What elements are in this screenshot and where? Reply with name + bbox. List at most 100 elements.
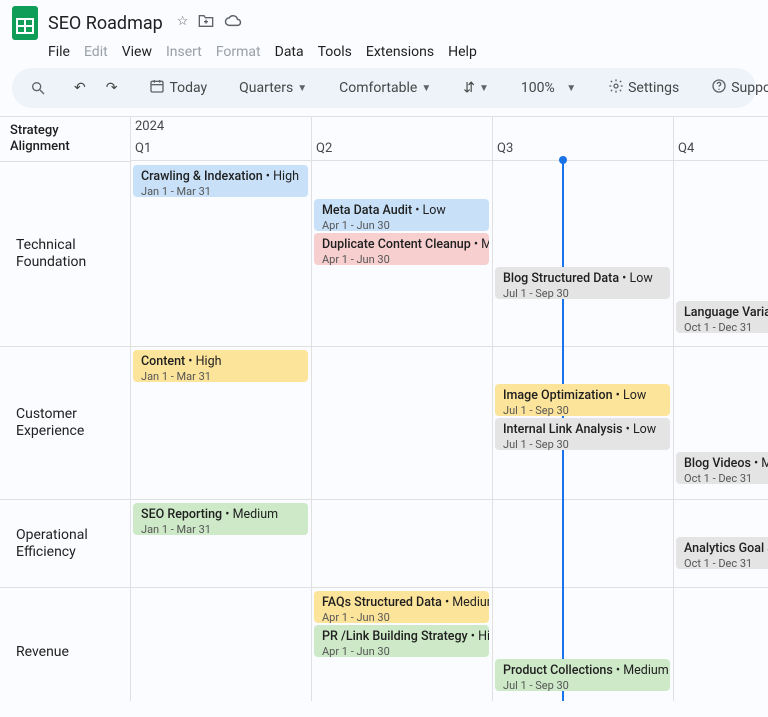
row-divider — [131, 346, 768, 347]
support-button[interactable]: Support — [705, 74, 768, 102]
cloud-status-icon[interactable] — [224, 14, 242, 32]
redo-button[interactable]: ↷ — [100, 76, 124, 100]
card-title-line: Blog Structured Data • Low — [503, 271, 662, 287]
row-label-column: Strategy Alignment Technical FoundationC… — [0, 117, 130, 701]
card-dates: Jan 1 - Mar 31 — [141, 185, 300, 197]
timeline-card[interactable]: PR /Link Building Strategy • HighApr 1 -… — [314, 625, 489, 657]
menu-format[interactable]: Format — [216, 44, 261, 60]
row-header: Strategy Alignment — [0, 117, 130, 161]
help-icon — [711, 78, 727, 98]
card-title-line: Meta Data Audit • Low — [322, 203, 481, 219]
zoom-label: 100% — [521, 80, 555, 96]
menu-file[interactable]: File — [48, 44, 70, 60]
card-title-line: Crawling & Indexation • High — [141, 169, 300, 185]
quarter-column — [131, 117, 312, 701]
menu-extensions[interactable]: Extensions — [366, 44, 434, 60]
timeline-card[interactable]: Language VariationOct 1 - Dec 31 — [676, 301, 768, 333]
card-dates: Jan 1 - Mar 31 — [141, 523, 300, 535]
card-dates: Jul 1 - Sep 30 — [503, 438, 662, 450]
support-label: Support — [731, 80, 768, 96]
card-dates: Jul 1 - Sep 30 — [503, 679, 662, 691]
range-select[interactable]: Quarters ▼ — [233, 76, 313, 100]
menu-view[interactable]: View — [122, 44, 152, 60]
chevron-down-icon: ▼ — [297, 83, 307, 94]
today-button[interactable]: Today — [143, 74, 213, 102]
timeline-card[interactable]: Internal Link Analysis • LowJul 1 - Sep … — [495, 418, 670, 450]
settings-label: Settings — [628, 80, 679, 96]
density-select[interactable]: Comfortable ▼ — [333, 76, 437, 100]
card-title-line: Blog Videos • Medium — [684, 456, 768, 472]
timeline-card[interactable]: Product Collections • MediumJul 1 - Sep … — [495, 659, 670, 691]
card-dates: Oct 1 - Dec 31 — [684, 472, 768, 484]
card-dates: Oct 1 - Dec 31 — [684, 321, 768, 333]
row-label: Operational Efficiency — [0, 499, 130, 587]
card-title-line: FAQs Structured Data • Medium — [322, 595, 481, 611]
menu-insert[interactable]: Insert — [166, 44, 202, 60]
zoom-select[interactable]: 100% ▼ — [515, 76, 582, 100]
card-dates: Jan 1 - Mar 31 — [141, 370, 300, 382]
card-title-line: SEO Reporting • Medium — [141, 507, 300, 523]
today-label: Today — [169, 80, 207, 96]
row-label: Technical Foundation — [0, 161, 130, 346]
timeline-view: Strategy Alignment Technical FoundationC… — [0, 116, 768, 701]
card-title-line: Internal Link Analysis • Low — [503, 422, 662, 438]
card-title-line: Product Collections • Medium — [503, 663, 662, 679]
card-dates: Apr 1 - Jun 30 — [322, 219, 481, 231]
timeline-card[interactable]: SEO Reporting • MediumJan 1 - Mar 31 — [133, 503, 308, 535]
chevron-down-icon: ▼ — [479, 83, 489, 94]
timeline-card[interactable]: Meta Data Audit • LowApr 1 - Jun 30 — [314, 199, 489, 231]
quarter-label: Q4 — [678, 141, 694, 156]
card-title-line: PR /Link Building Strategy • High — [322, 629, 481, 645]
quarter-label: Q3 — [497, 141, 513, 156]
menu-data[interactable]: Data — [275, 44, 304, 60]
card-title-line: Duplicate Content Cleanup • Medium — [322, 237, 481, 253]
card-dates: Apr 1 - Jun 30 — [322, 645, 481, 657]
menu-help[interactable]: Help — [448, 44, 477, 60]
menu-tools[interactable]: Tools — [318, 44, 352, 60]
timeline-card[interactable]: Content • HighJan 1 - Mar 31 — [133, 350, 308, 382]
search-icon[interactable] — [24, 76, 52, 100]
calendar-icon — [149, 78, 165, 98]
quarter-label: Q2 — [316, 141, 332, 156]
card-dates: Apr 1 - Jun 30 — [322, 611, 481, 623]
sheets-logo-icon[interactable] — [12, 6, 38, 40]
quarter-column — [674, 117, 768, 701]
expand-collapse-icon: ⇵ — [463, 80, 475, 96]
move-icon[interactable] — [198, 14, 214, 32]
timeline-card[interactable]: Crawling & Indexation • HighJan 1 - Mar … — [133, 165, 308, 197]
timeline-card[interactable]: Duplicate Content Cleanup • MediumApr 1 … — [314, 233, 489, 265]
menu-bar: File Edit View Insert Format Data Tools … — [0, 40, 768, 68]
card-title-line: Language Variation — [684, 305, 768, 321]
settings-button[interactable]: Settings — [602, 74, 685, 102]
density-label: Comfortable — [339, 80, 417, 96]
undo-button[interactable]: ↶ — [68, 76, 92, 100]
quarter-label: Q1 — [135, 141, 151, 156]
card-title-line: Image Optimization • Low — [503, 388, 662, 404]
toolbar: ↶ ↷ Today Quarters▼ Comfortable▼ ⇵▼ 100%… — [12, 68, 756, 108]
card-dates: Jul 1 - Sep 30 — [503, 404, 662, 416]
menu-edit[interactable]: Edit — [84, 44, 108, 60]
card-dates: Apr 1 - Jun 30 — [322, 253, 481, 265]
timeline-card[interactable]: FAQs Structured Data • MediumApr 1 - Jun… — [314, 591, 489, 623]
row-label: Revenue — [0, 587, 130, 717]
row-divider — [131, 587, 768, 588]
chevron-down-icon: ▼ — [566, 83, 576, 94]
row-divider — [131, 499, 768, 500]
timeline-card[interactable]: Analytics Goal SetupOct 1 - Dec 31 — [676, 537, 768, 569]
card-title-line: Analytics Goal Setup — [684, 541, 768, 557]
timeline-card[interactable]: Blog Structured Data • LowJul 1 - Sep 30 — [495, 267, 670, 299]
timeline-card[interactable]: Image Optimization • LowJul 1 - Sep 30 — [495, 384, 670, 416]
timeline-card[interactable]: Blog Videos • MediumOct 1 - Dec 31 — [676, 452, 768, 484]
card-dates: Jul 1 - Sep 30 — [503, 287, 662, 299]
range-label: Quarters — [239, 80, 293, 96]
chevron-down-icon: ▼ — [421, 83, 431, 94]
titlebar: SEO Roadmap ☆ — [0, 0, 768, 40]
card-title-line: Content • High — [141, 354, 300, 370]
expand-collapse-button[interactable]: ⇵▼ — [457, 76, 495, 100]
gear-icon — [608, 78, 624, 98]
timeline-grid[interactable]: 2024 Q1Q2Q3Q4Crawling & Indexation • Hig… — [130, 117, 768, 701]
document-title[interactable]: SEO Roadmap — [48, 13, 163, 34]
star-icon[interactable]: ☆ — [177, 14, 189, 32]
card-dates: Oct 1 - Dec 31 — [684, 557, 768, 569]
row-label: Customer Experience — [0, 346, 130, 499]
